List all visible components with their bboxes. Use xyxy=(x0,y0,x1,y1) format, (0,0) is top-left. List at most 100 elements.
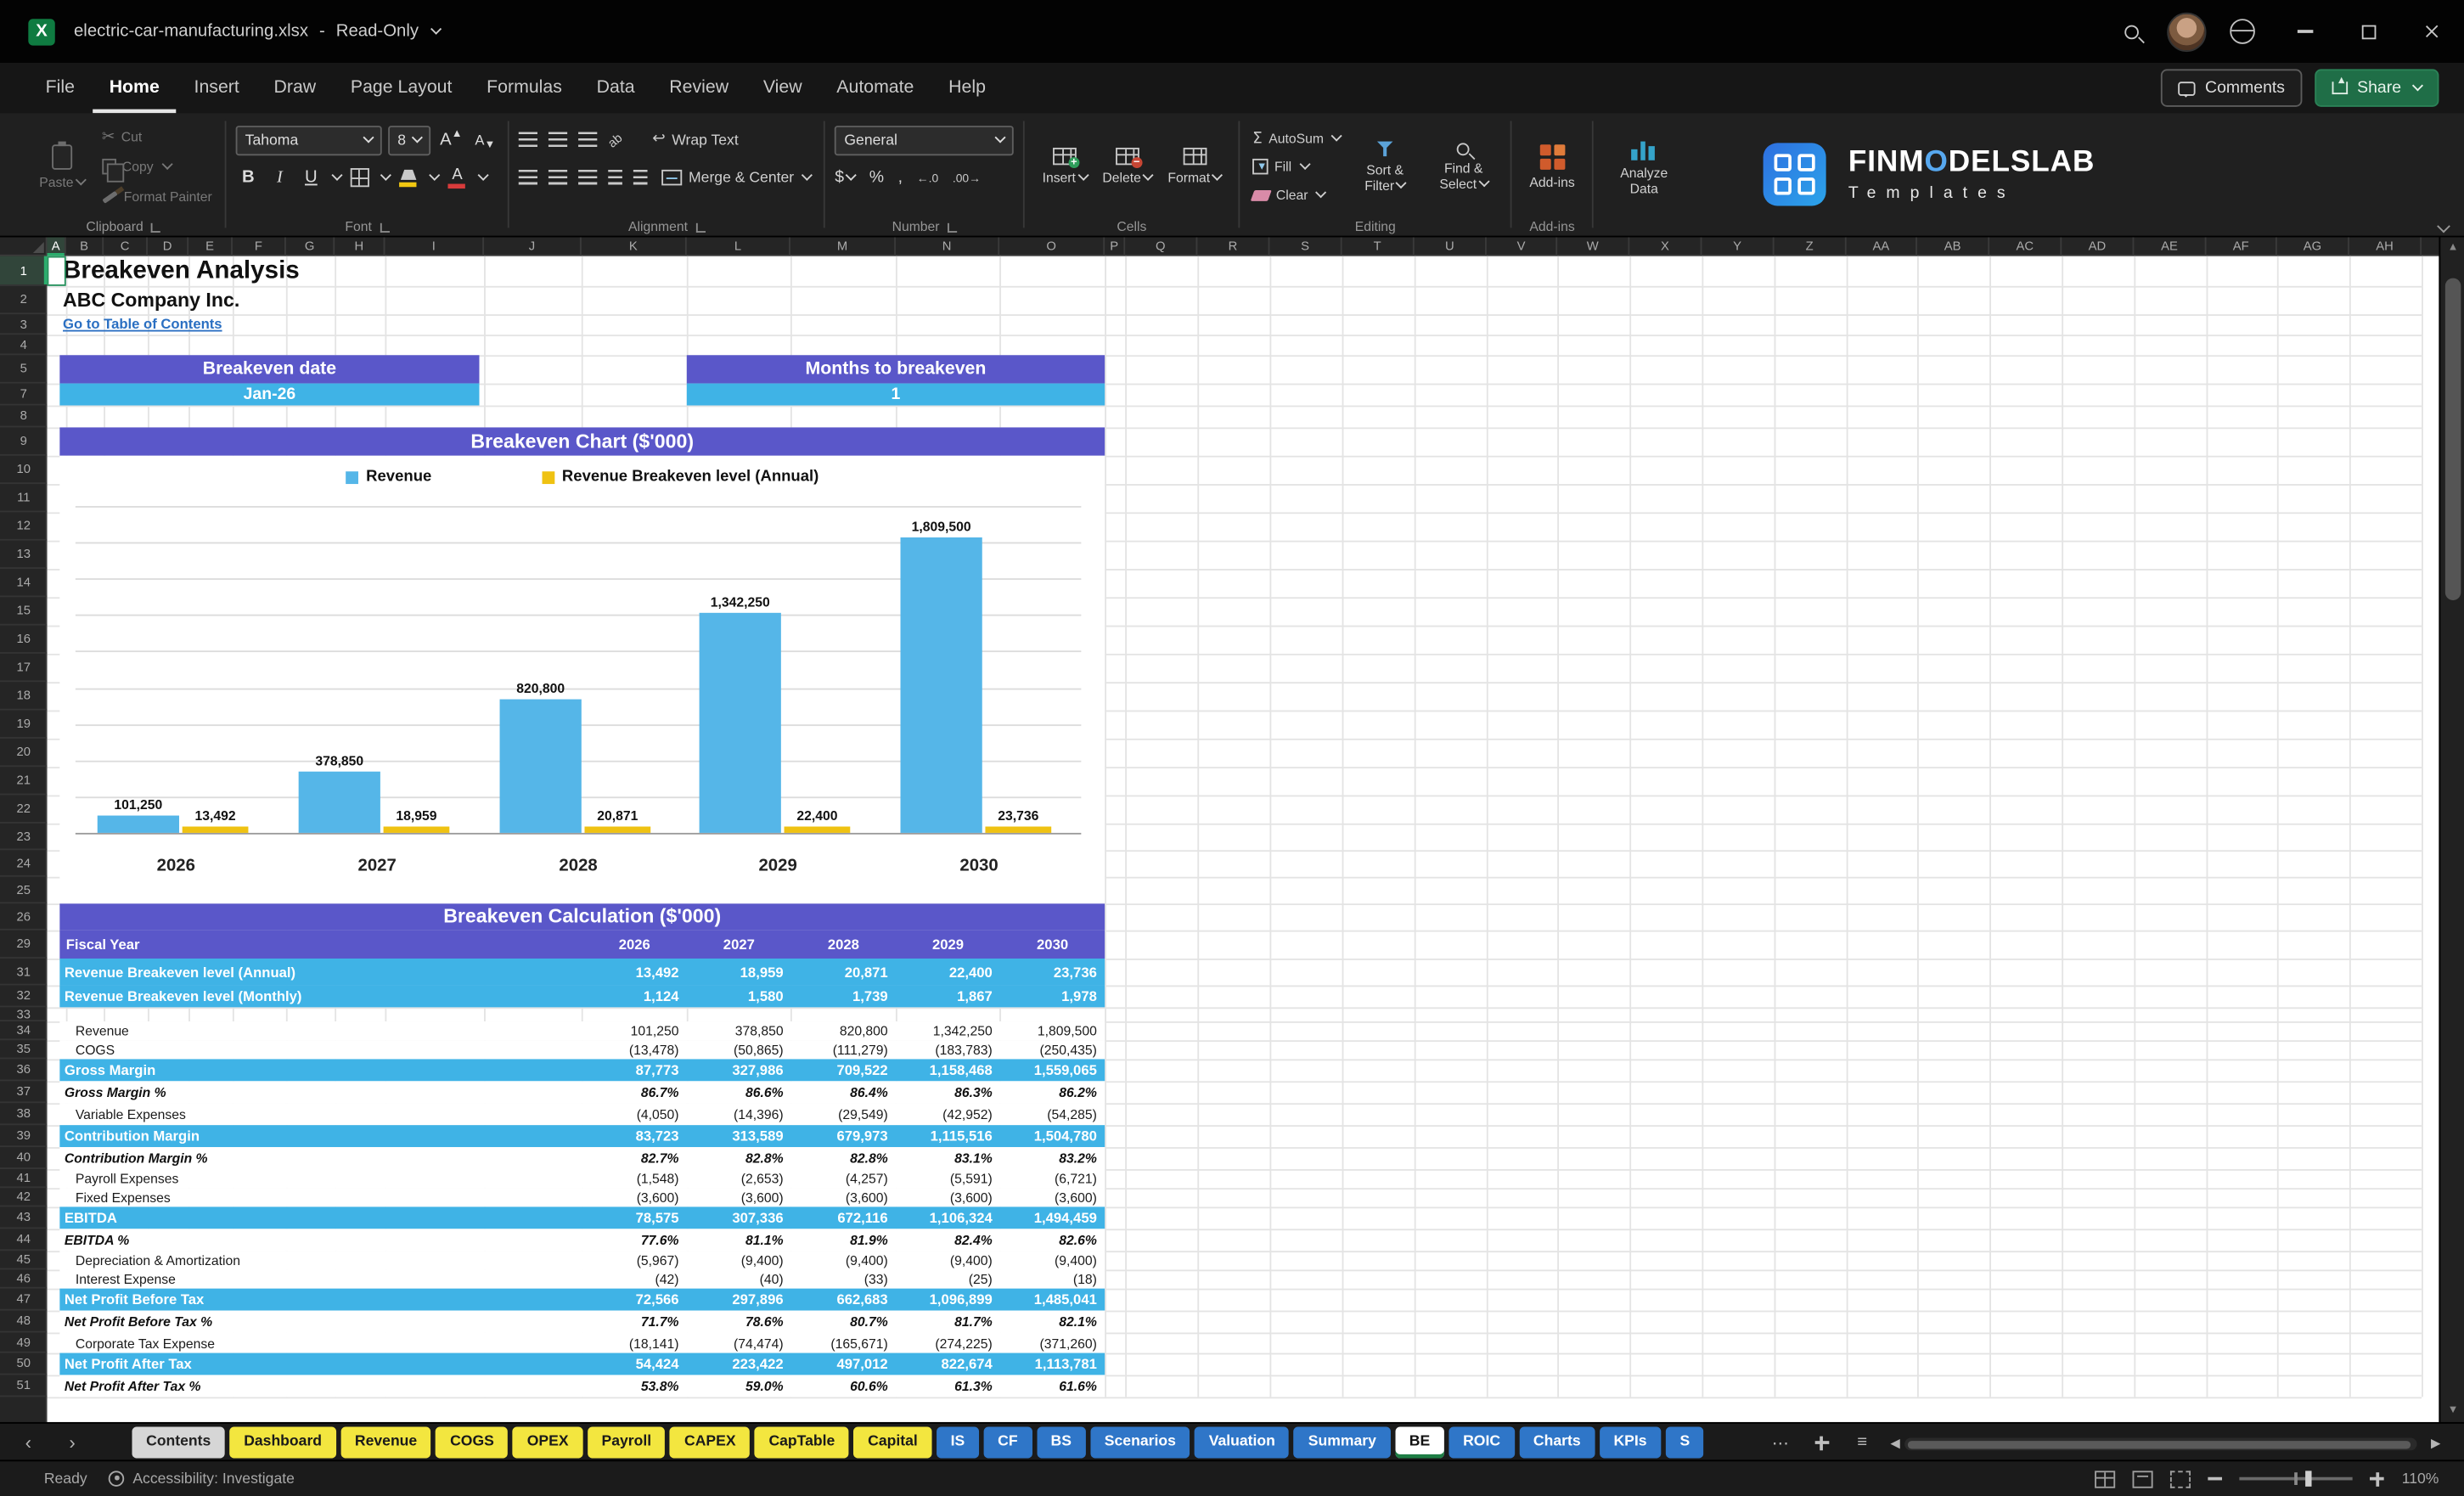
cell[interactable]: 60.6% xyxy=(791,1378,896,1394)
zoom-slider-thumb[interactable] xyxy=(2305,1471,2312,1487)
cell[interactable]: 61.6% xyxy=(1000,1378,1105,1394)
cell[interactable]: 77.6% xyxy=(582,1232,687,1248)
cell[interactable]: (42,952) xyxy=(896,1106,1000,1122)
row-header-8[interactable]: 8 xyxy=(0,406,48,428)
row-header-50[interactable]: 50 xyxy=(0,1353,48,1375)
cell[interactable]: 1,158,468 xyxy=(896,1062,1000,1078)
cell[interactable]: 1,739 xyxy=(791,988,896,1004)
row-header-14[interactable]: 14 xyxy=(0,569,48,598)
number-format-select[interactable]: General xyxy=(835,125,1015,155)
cell[interactable]: 313,589 xyxy=(687,1128,791,1144)
sheet-tab-summary[interactable]: Summary xyxy=(1294,1426,1391,1459)
cell[interactable]: (3,600) xyxy=(896,1189,1000,1206)
menu-tab-page-layout[interactable]: Page Layout xyxy=(334,63,470,113)
sheet-tab-dashboard[interactable]: Dashboard xyxy=(229,1426,336,1459)
column-header-O[interactable]: O xyxy=(999,237,1105,256)
menu-tab-help[interactable]: Help xyxy=(931,63,1004,113)
row-header-23[interactable]: 23 xyxy=(0,824,48,851)
row-header-20[interactable]: 20 xyxy=(0,739,48,768)
sheet-tab-cogs[interactable]: COGS xyxy=(436,1426,509,1459)
column-header-Q[interactable]: Q xyxy=(1125,237,1198,256)
table-row[interactable]: Net Profit Before Tax 72,566 297,896 662,68… xyxy=(59,1288,1105,1311)
increase-indent-icon[interactable] xyxy=(633,169,648,186)
table-row[interactable]: Revenue Breakeven level (Annual) 13,492 18… xyxy=(59,958,1105,986)
cell[interactable]: (3,600) xyxy=(582,1189,687,1206)
all-sheets-button[interactable]: ≡ xyxy=(1845,1427,1880,1459)
column-header-R[interactable]: R xyxy=(1197,237,1270,256)
row-header-1[interactable]: 1 xyxy=(0,256,48,286)
maximize-button[interactable] xyxy=(2342,0,2395,63)
page-layout-view-button[interactable] xyxy=(2133,1470,2154,1488)
sheet-tab-kpis[interactable]: KPIs xyxy=(1599,1426,1662,1459)
bar-breakeven-2030[interactable] xyxy=(985,826,1052,833)
align-left-icon[interactable] xyxy=(519,169,538,186)
cell[interactable]: (74,474) xyxy=(687,1335,791,1351)
cell[interactable]: 82.4% xyxy=(896,1232,1000,1248)
sheet-tab-is[interactable]: IS xyxy=(937,1426,979,1459)
table-row[interactable]: Corporate Tax Expense (18,141) (74,474) (16… xyxy=(59,1332,1105,1353)
document-title[interactable]: electric-car-manufacturing.xlsx - Read-O… xyxy=(74,22,442,41)
row-header-13[interactable]: 13 xyxy=(0,541,48,569)
cell[interactable]: 53.8% xyxy=(582,1378,687,1394)
cell[interactable]: (5,591) xyxy=(896,1171,1000,1187)
bold-button[interactable]: B xyxy=(236,164,262,190)
column-header-G[interactable]: G xyxy=(286,237,335,256)
font-color-button[interactable]: A xyxy=(445,164,470,190)
row-header-49[interactable]: 49 xyxy=(0,1332,48,1353)
column-header-AC[interactable]: AC xyxy=(1989,237,2062,256)
cell[interactable]: (9,400) xyxy=(791,1252,896,1268)
menu-tab-data[interactable]: Data xyxy=(579,63,652,113)
bar-revenue-2027[interactable] xyxy=(298,770,380,833)
analyze-data-button[interactable]: Analyze Data xyxy=(1603,121,1685,212)
minimize-button[interactable] xyxy=(2279,0,2332,63)
breakeven-chart[interactable]: 101,250 13,492 2026 378,850 18,959 2027 820,80… xyxy=(59,455,1105,904)
cell[interactable]: 78.6% xyxy=(687,1313,791,1330)
row-header-41[interactable]: 41 xyxy=(0,1169,48,1189)
sheet-tab-contents[interactable]: Contents xyxy=(132,1426,225,1459)
accounting-format-button[interactable]: $ xyxy=(835,168,857,187)
cell[interactable]: 72,566 xyxy=(582,1291,687,1308)
column-header-V[interactable]: V xyxy=(1487,237,1558,256)
sheet-tab-cf[interactable]: CF xyxy=(983,1426,1032,1459)
borders-button[interactable] xyxy=(347,164,373,190)
cell[interactable]: 1,342,250 xyxy=(896,1023,1000,1039)
vertical-scrollbar[interactable]: ▲ ▼ xyxy=(2439,237,2464,1422)
number-dialog-launcher[interactable] xyxy=(947,222,957,233)
vertical-scroll-thumb[interactable] xyxy=(2444,278,2461,601)
cell[interactable]: 820,800 xyxy=(791,1023,896,1039)
cell[interactable]: 83.2% xyxy=(1000,1150,1105,1167)
cut-button[interactable]: ✂ Cut xyxy=(98,123,215,149)
underline-button[interactable]: U xyxy=(299,164,324,190)
table-row[interactable]: Contribution Margin 83,723 313,589 679,973 1… xyxy=(59,1125,1105,1148)
legend-item[interactable]: Revenue Breakeven level (Annual) xyxy=(541,469,819,486)
format-painter-button[interactable]: Format Painter xyxy=(98,183,215,210)
row-header-9[interactable]: 9 xyxy=(0,427,48,456)
cell[interactable]: 22,400 xyxy=(896,964,1000,980)
align-center-icon[interactable] xyxy=(548,169,568,186)
row-header-4[interactable]: 4 xyxy=(0,335,48,356)
table-row[interactable]: Revenue Breakeven level (Monthly) 1,124 1,… xyxy=(59,985,1105,1008)
table-row[interactable]: Net Profit After Tax 54,424 223,422 497,012… xyxy=(59,1353,1105,1375)
sheet-tab-opex[interactable]: OPEX xyxy=(513,1426,583,1459)
accessibility-status[interactable]: Accessibility: Investigate xyxy=(109,1470,295,1488)
cell[interactable]: 1,504,780 xyxy=(1000,1128,1105,1144)
shrink-font-button[interactable]: A ▼ xyxy=(472,127,498,153)
cell[interactable]: (2,653) xyxy=(687,1171,791,1187)
cell[interactable]: (371,260) xyxy=(1000,1335,1105,1351)
sheet-tab-s[interactable]: S xyxy=(1665,1426,1704,1459)
orientation-icon[interactable]: ab xyxy=(605,130,625,149)
cell[interactable]: 18,959 xyxy=(687,964,791,980)
table-row[interactable]: Gross Margin % 86.7% 86.6% 86.4% 86.3% 86.2% xyxy=(59,1081,1105,1104)
column-header-Y[interactable]: Y xyxy=(1702,237,1775,256)
row-header-34[interactable]: 34 xyxy=(0,1021,48,1041)
row-header-18[interactable]: 18 xyxy=(0,682,48,711)
hscroll-right-icon[interactable]: ▶ xyxy=(2420,1427,2451,1459)
table-row[interactable]: Payroll Expenses (1,548) (2,653) (4,257) (5,… xyxy=(59,1168,1105,1189)
cell[interactable]: 87,773 xyxy=(582,1062,687,1078)
cell[interactable]: 23,736 xyxy=(1000,964,1105,980)
row-header-44[interactable]: 44 xyxy=(0,1229,48,1251)
column-header-AB[interactable]: AB xyxy=(1917,237,1990,256)
row-header-17[interactable]: 17 xyxy=(0,654,48,683)
cell[interactable]: (3,600) xyxy=(791,1189,896,1206)
bar-breakeven-2027[interactable] xyxy=(383,826,450,833)
